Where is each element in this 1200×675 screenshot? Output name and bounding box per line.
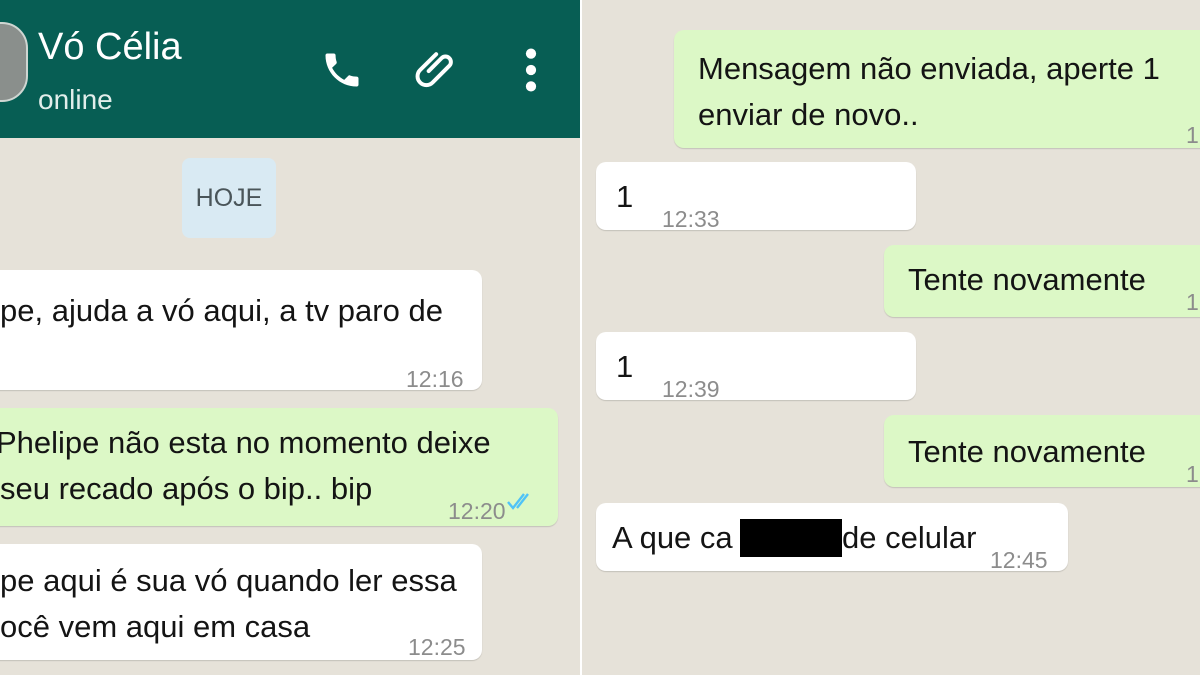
message-time: 12:25: [408, 634, 466, 660]
message-time: 12:20: [448, 498, 506, 524]
message-bubble-incoming[interactable]: pe, ajuda a vó aqui, a tv paro de 12:16: [0, 270, 482, 392]
message-bubble-incoming[interactable]: 1 12:33: [596, 162, 916, 232]
more-vert-icon[interactable]: [516, 42, 546, 98]
message-bubble-outgoing[interactable]: Phelipe não esta no momento deixe seu re…: [0, 408, 558, 526]
message-time: 12:39: [662, 376, 720, 402]
message-bubble-outgoing[interactable]: Tente novamente 1: [884, 245, 1200, 317]
message-text: ocê vem aqui em casa: [0, 609, 311, 644]
date-chip: HOJE: [182, 158, 276, 238]
message-bubble-incoming[interactable]: pe aqui é sua vó quando ler essa ocê vem…: [0, 544, 482, 660]
message-time: 12:33: [662, 206, 720, 232]
message-text: 1: [616, 349, 634, 384]
phone-icon[interactable]: [320, 42, 364, 98]
contact-name[interactable]: Vó Célia: [38, 26, 182, 69]
left-chat-screenshot: Vó Célia online HOJE pe, ajuda a vó aqui…: [0, 0, 580, 675]
right-chat-screenshot: Mensagem não enviada, aperte 1 enviar de…: [582, 0, 1200, 675]
redaction-bar: [740, 519, 842, 557]
message-bubble-incoming[interactable]: A que ca de celular 12:45: [596, 503, 1068, 573]
double-check-icon: [507, 493, 529, 510]
message-text: A que ca: [612, 520, 733, 555]
message-text: pe, ajuda a vó aqui, a tv paro de: [0, 293, 443, 328]
message-text: seu recado após o bip.. bip: [0, 471, 373, 506]
message-text: de celular: [842, 520, 977, 555]
message-time: 1: [1186, 122, 1199, 148]
message-time: 12:45: [990, 547, 1048, 573]
message-time: 12:16: [406, 366, 464, 392]
chat-header: Vó Célia online: [0, 0, 580, 138]
message-text: enviar de novo..: [698, 97, 919, 132]
message-text: Tente novamente: [908, 262, 1146, 297]
message-text: Phelipe não esta no momento deixe: [0, 425, 491, 460]
message-text: 1: [616, 179, 634, 214]
message-bubble-outgoing[interactable]: Tente novamente 1: [884, 415, 1200, 487]
message-bubble-outgoing[interactable]: Mensagem não enviada, aperte 1 enviar de…: [674, 30, 1200, 148]
message-text: pe aqui é sua vó quando ler essa: [0, 563, 457, 598]
message-bubble-incoming[interactable]: 1 12:39: [596, 332, 916, 402]
message-time: 1: [1186, 289, 1199, 315]
message-text: Tente novamente: [908, 434, 1146, 469]
paperclip-icon[interactable]: [412, 42, 462, 98]
contact-avatar[interactable]: [0, 22, 28, 102]
message-time: 1: [1186, 461, 1199, 487]
message-text: Mensagem não enviada, aperte 1: [698, 51, 1160, 86]
contact-status: online: [38, 84, 113, 115]
